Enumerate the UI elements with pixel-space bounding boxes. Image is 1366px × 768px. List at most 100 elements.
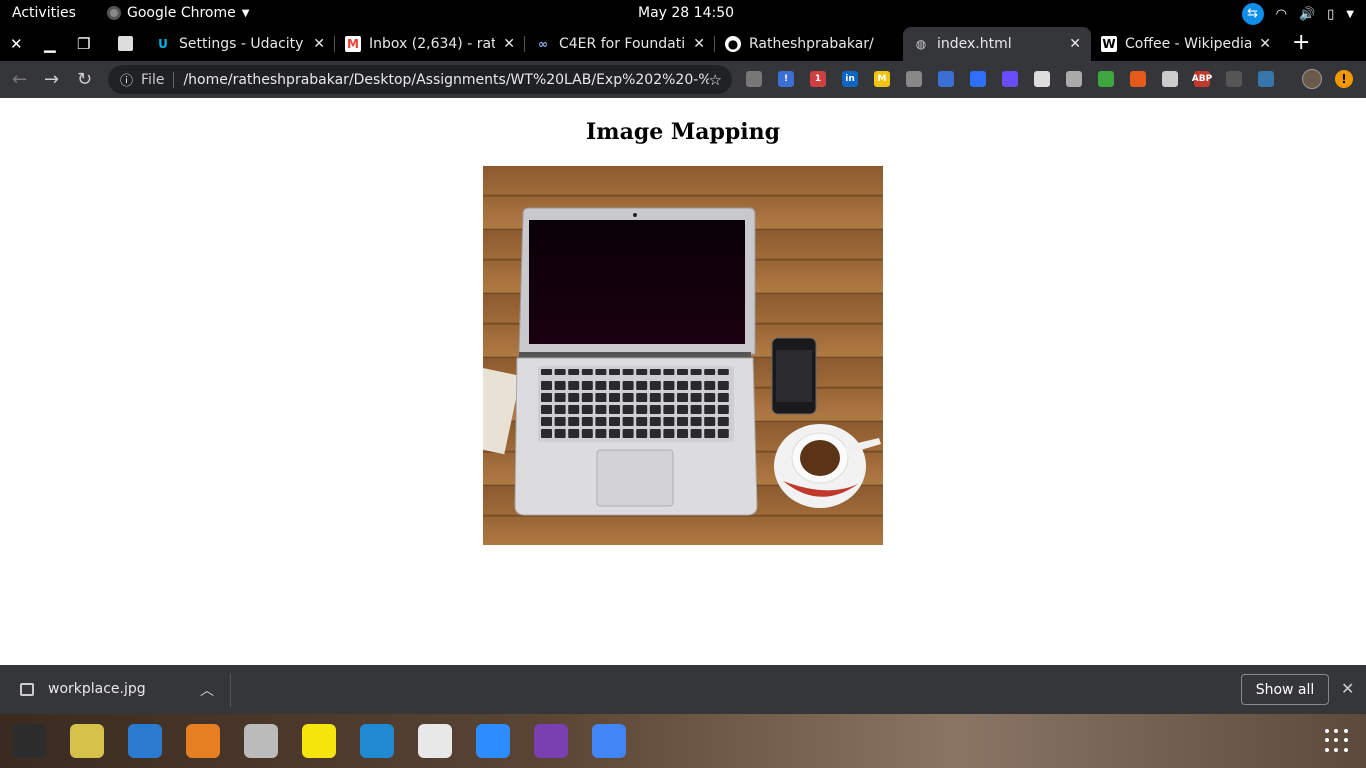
workplace-image[interactable]: [483, 166, 883, 545]
recycle-icon[interactable]: [1226, 71, 1242, 87]
close-tab-icon[interactable]: ✕: [693, 36, 705, 52]
update-alert-icon[interactable]: !: [1335, 70, 1353, 88]
crop-icon[interactable]: [1098, 71, 1114, 87]
battery-icon: ▯: [1327, 6, 1335, 22]
keyboard-key: [609, 381, 620, 390]
chrome-icon[interactable]: [592, 724, 626, 758]
keyboard-key: [717, 405, 729, 414]
bulb-icon[interactable]: [1066, 71, 1082, 87]
back-icon[interactable]: ←: [12, 69, 27, 90]
keyboard-key: [636, 381, 648, 390]
keyboard-key: [663, 381, 675, 390]
wave-icon[interactable]: [970, 71, 986, 87]
notification-badge-icon[interactable]: 1: [810, 71, 826, 87]
tab-title: C4ER for Foundati: [559, 36, 686, 52]
keyboard-key: [622, 417, 634, 426]
keyboard-key: [581, 369, 593, 375]
gmail-icon: M: [345, 36, 361, 52]
tab-c4er[interactable]: ∞ C4ER for Foundati ✕: [525, 27, 715, 61]
zoom-icon[interactable]: [476, 724, 510, 758]
web-page: Image Mapping: [0, 98, 1366, 665]
tab-title: Coffee - Wikipedia: [1125, 36, 1252, 52]
tab-coffee-wikipedia[interactable]: W Coffee - Wikipedia ✕: [1091, 27, 1281, 61]
tab-github[interactable]: ● Ratheshprabakar/: [715, 27, 905, 61]
keyboard-key: [690, 393, 702, 402]
tab-title: Ratheshprabakar/: [749, 36, 874, 52]
keyboard-key: [595, 417, 607, 426]
keyboard-key: [622, 381, 634, 390]
teamviewer-icon[interactable]: ⇆: [1241, 3, 1264, 25]
new-tab-button[interactable]: +: [1292, 30, 1310, 55]
show-applications-icon[interactable]: [1325, 729, 1349, 753]
profile-avatar[interactable]: [1302, 69, 1322, 89]
keyboard-key: [622, 393, 634, 402]
keyboard-key: [677, 429, 688, 438]
app-menu-label: Google Chrome: [127, 5, 236, 21]
reader-icon[interactable]: [1034, 71, 1050, 87]
app-menu[interactable]: Google Chrome ▼: [107, 5, 249, 21]
vscode-icon[interactable]: [360, 724, 394, 758]
software-icon[interactable]: [186, 724, 220, 758]
adblock-icon[interactable]: ABP: [1192, 71, 1212, 87]
clock[interactable]: May 28 14:50: [638, 5, 734, 21]
close-download-bar-icon[interactable]: ✕: [1341, 679, 1354, 698]
download-bar: workplace.jpg ︿ Show all ✕: [0, 665, 1366, 714]
m-extension-icon[interactable]: M: [874, 71, 890, 87]
show-all-button[interactable]: Show all: [1241, 674, 1329, 705]
hangouts-icon[interactable]: [746, 71, 762, 87]
keyboard-key: [704, 405, 716, 414]
linkedin-icon[interactable]: in: [842, 71, 858, 87]
tab-strip: ✕ ▁ ❐ U Settings - Udacity ✕ M Inbox (2,…: [0, 27, 1366, 61]
keyboard-key: [595, 429, 607, 438]
keyboard-key: [622, 429, 634, 438]
tor-icon[interactable]: [534, 724, 568, 758]
close-window-icon[interactable]: ✕: [10, 35, 23, 53]
info-icon[interactable]: ⓘ: [120, 70, 133, 89]
keyboard-key: [636, 405, 648, 414]
keyboard-key: [568, 369, 580, 375]
restore-window-icon[interactable]: ❐: [77, 35, 90, 53]
keyboard-key: [663, 405, 675, 414]
forward-icon[interactable]: →: [44, 69, 59, 90]
screenshot-icon[interactable]: [906, 71, 922, 87]
writer-icon[interactable]: [128, 724, 162, 758]
system-tray[interactable]: ⇆ ◠ 🔊 ▯ ▼: [1241, 3, 1354, 25]
files-icon[interactable]: [244, 724, 278, 758]
keyboard-key: [609, 369, 620, 375]
activities-button[interactable]: Activities: [12, 5, 76, 21]
minimize-window-icon[interactable]: ▁: [44, 35, 56, 53]
tab-settings-udacity[interactable]: U Settings - Udacity ✕: [145, 27, 335, 61]
pinned-tab-trello-icon[interactable]: [118, 36, 133, 51]
download-divider: [230, 673, 231, 707]
keyboard-key: [554, 369, 566, 375]
translate-icon[interactable]: [938, 71, 954, 87]
address-bar[interactable]: ⓘ File /home/ratheshprabakar/Desktop/Ass…: [108, 65, 732, 94]
workplace-illustration: [483, 207, 881, 516]
close-tab-icon[interactable]: ✕: [1069, 36, 1081, 52]
rhythmbox-icon[interactable]: [70, 724, 104, 758]
close-tab-icon[interactable]: ✕: [503, 36, 515, 52]
close-tab-icon[interactable]: ✕: [313, 36, 325, 52]
puzzle-icon[interactable]: [1162, 71, 1178, 87]
tab-title: Inbox (2,634) - rath: [369, 36, 496, 52]
chevron-up-icon[interactable]: ︿: [200, 680, 214, 700]
tab-index-html[interactable]: ◍ index.html ✕: [903, 27, 1091, 61]
terminal-icon[interactable]: [12, 724, 46, 758]
mail-badge-icon[interactable]: !: [778, 71, 794, 87]
tab-inbox-gmail[interactable]: M Inbox (2,634) - rath ✕: [335, 27, 525, 61]
honey-icon[interactable]: [1130, 71, 1146, 87]
tab-title: Settings - Udacity: [179, 36, 304, 52]
keyboard-key: [609, 417, 620, 426]
pointer-icon[interactable]: [1002, 71, 1018, 87]
reload-icon[interactable]: ↻: [77, 69, 92, 90]
keyboard-key: [690, 405, 702, 414]
notes-icon[interactable]: [302, 724, 336, 758]
url-text[interactable]: /home/ratheshprabakar/Desktop/Assignment…: [183, 72, 708, 88]
bookmark-star-icon[interactable]: ☆: [709, 71, 722, 89]
keyboard-key: [677, 417, 688, 426]
document-viewer-icon[interactable]: [418, 724, 452, 758]
keyboard-key: [677, 369, 688, 375]
python-icon[interactable]: [1258, 71, 1274, 87]
download-item[interactable]: workplace.jpg: [20, 681, 146, 697]
close-tab-icon[interactable]: ✕: [1259, 36, 1271, 52]
